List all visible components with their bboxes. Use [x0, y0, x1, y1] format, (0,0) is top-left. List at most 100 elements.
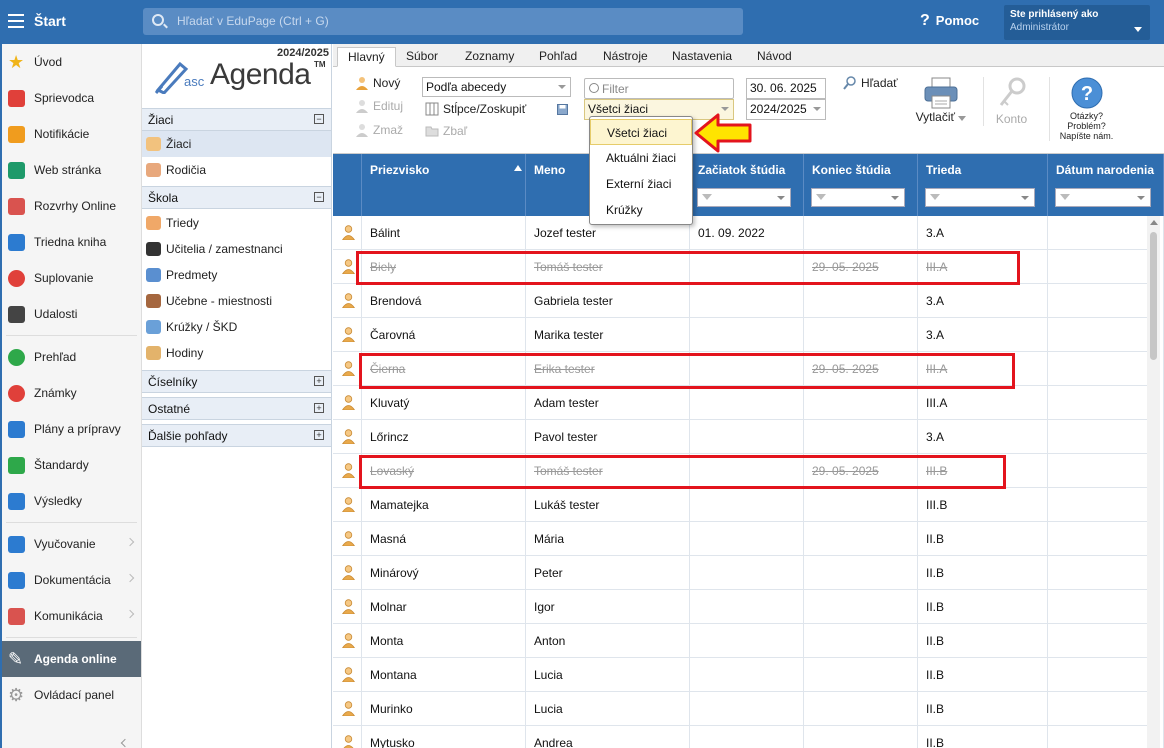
section-toggle-icon[interactable]: + [314, 403, 324, 413]
sort-ascending-icon[interactable] [514, 165, 522, 171]
tab-0[interactable]: Hlavný [337, 47, 396, 67]
section-toggle-icon[interactable]: + [314, 376, 324, 386]
column-header-4[interactable]: Trieda [918, 154, 1048, 216]
scope-option-0[interactable]: Všetci žiaci [590, 119, 692, 145]
nav-item-15[interactable]: Komunikácia [2, 598, 141, 634]
nav-item-5[interactable]: Triedna kniha [2, 224, 141, 260]
agenda-section-1[interactable]: Škola − [142, 186, 331, 209]
grid-vertical-scrollbar[interactable] [1147, 216, 1160, 748]
nav-item-6[interactable]: Suplovanie [2, 260, 141, 296]
save-icon[interactable] [557, 104, 568, 115]
section-toggle-icon[interactable]: + [314, 430, 324, 440]
scope-dropdown-list: Všetci žiaci Aktuálni žiaci Externí žiaci K… [589, 116, 693, 225]
agenda-item-ziaci_items-0[interactable]: Žiaci [142, 131, 331, 157]
nav-item-13[interactable]: Vyučovanie [2, 526, 141, 562]
collapse-button[interactable]: Zbaľ [425, 124, 467, 138]
print-button[interactable]: Vytlačiť [911, 77, 971, 126]
sort-select[interactable]: Podľa abecedy [422, 77, 571, 97]
nav-item-14[interactable]: Dokumentácia [2, 562, 141, 598]
edit-button[interactable]: Edituj [355, 99, 403, 113]
scope-option-2[interactable]: Externí žiaci [590, 171, 692, 197]
column-header-0[interactable]: Priezvisko [362, 154, 526, 216]
table-row[interactable]: Montana Lucia II.B [333, 658, 1164, 692]
agenda-item-ziaci_items-1[interactable]: Rodičia [142, 157, 331, 183]
delete-button[interactable]: Zmaž [355, 123, 403, 137]
hamburger-menu-icon[interactable] [8, 14, 24, 28]
nav-item-2[interactable]: Notifikácie [2, 116, 141, 152]
scroll-thumb[interactable] [1150, 232, 1157, 360]
tab-1[interactable]: Súbor [396, 47, 448, 67]
column-header-5[interactable]: Dátum narodenia [1048, 154, 1164, 216]
agenda-item-skola_items-1[interactable]: Učitelia / zamestnanci [142, 236, 331, 262]
column-filter-dropdown[interactable] [697, 188, 791, 207]
nav-item-12[interactable]: Výsledky [2, 483, 141, 519]
tab-2[interactable]: Zoznamy [455, 47, 524, 67]
table-row[interactable]: Kluvatý Adam tester III.A [333, 386, 1164, 420]
section-toggle-icon[interactable]: − [314, 192, 324, 202]
agenda-section-2[interactable]: Číselníky + [142, 370, 331, 393]
table-row[interactable]: Minárový Peter II.B [333, 556, 1164, 590]
row-icon-cell [333, 352, 362, 386]
nav-item-1[interactable]: Sprievodca [2, 80, 141, 116]
column-header-3[interactable]: Koniec štúdia [804, 154, 918, 216]
table-row[interactable]: Mamatejka Lukáš tester III.B [333, 488, 1164, 522]
tab-4[interactable]: Nástroje [593, 47, 658, 67]
table-row[interactable]: Bálint Jozef tester 01. 09. 2022 3.A [333, 216, 1164, 250]
agenda-section-4[interactable]: Ďalšie pohľady + [142, 424, 331, 447]
new-button[interactable]: Nový [355, 76, 400, 90]
tab-5[interactable]: Nastavenia [662, 47, 742, 67]
cell-start [690, 658, 804, 692]
nav-item-16[interactable]: ✎ Agenda online [2, 641, 141, 677]
table-row[interactable]: Molnar Igor II.B [333, 590, 1164, 624]
filter-input[interactable]: Filter [584, 78, 734, 99]
year-value: 2024/2025 [750, 102, 807, 116]
table-row[interactable]: Monta Anton II.B [333, 624, 1164, 658]
nav-item-8[interactable]: Prehľad [2, 339, 141, 375]
agenda-section-3[interactable]: Ostatné + [142, 397, 331, 420]
nav-item-17[interactable]: ⚙ Ovládací panel [2, 677, 141, 713]
nav-item-11[interactable]: Štandardy [2, 447, 141, 483]
nav-item-0[interactable]: ★ Úvod [2, 44, 141, 80]
find-button[interactable]: Hľadať [843, 76, 898, 90]
agenda-section-0[interactable]: Žiaci − [142, 108, 331, 131]
section-toggle-icon[interactable]: − [314, 114, 324, 124]
account-button[interactable]: Konto [983, 77, 1039, 126]
table-row[interactable]: Lőrincz Pavol tester 3.A [333, 420, 1164, 454]
nav-item-4[interactable]: Rozvrhy Online [2, 188, 141, 224]
table-row[interactable]: Masná Mária II.B [333, 522, 1164, 556]
column-header-2[interactable]: Začiatok štúdia [690, 154, 804, 216]
agenda-item-skola_items-2[interactable]: Predmety [142, 262, 331, 288]
user-menu[interactable]: Ste prihlásený ako Administrátor [1004, 5, 1150, 40]
year-select[interactable]: 2024/2025 [746, 99, 826, 120]
agenda-item-skola_items-0[interactable]: Triedy [142, 210, 331, 236]
column-filter-dropdown[interactable] [811, 188, 905, 207]
table-row[interactable]: Murinko Lucia II.B [333, 692, 1164, 726]
nav-item-7[interactable]: Udalosti [2, 296, 141, 332]
student-icon [342, 463, 355, 478]
cell-end [804, 386, 918, 420]
start-link[interactable]: Štart [34, 13, 66, 29]
nav-item-3[interactable]: Web stránka [2, 152, 141, 188]
table-row[interactable]: Čarovná Marika tester 3.A [333, 318, 1164, 352]
table-row[interactable]: Mytusko Andrea II.B [333, 726, 1164, 748]
columns-label: Stĺpce/Zoskupiť [443, 102, 527, 116]
column-filter-dropdown[interactable] [925, 188, 1035, 207]
nav-item-9[interactable]: Známky [2, 375, 141, 411]
agenda-item-skola_items-4[interactable]: Krúžky / ŠKD [142, 314, 331, 340]
help-button[interactable]: ? Pomoc [920, 12, 979, 30]
global-search-input[interactable]: Hľadať v EduPage (Ctrl + G) [143, 8, 743, 35]
date-input[interactable]: 30. 06. 2025 [746, 78, 826, 99]
column-filter-dropdown[interactable] [1055, 188, 1151, 207]
nav-item-10[interactable]: Plány a prípravy [2, 411, 141, 447]
contact-support-button[interactable]: ? Otázky? Problém? Napíšte nám. [1049, 77, 1123, 141]
agenda-item-skola_items-3[interactable]: Učebne - miestnosti [142, 288, 331, 314]
agenda-item-skola_items-5[interactable]: Hodiny [142, 340, 331, 366]
scroll-up-icon[interactable] [1150, 220, 1158, 225]
scope-option-3[interactable]: Krúžky [590, 197, 692, 223]
scope-option-1[interactable]: Aktuálni žiaci [590, 145, 692, 171]
tab-6[interactable]: Návod [747, 47, 802, 67]
collapse-chevron-icon[interactable] [120, 738, 130, 748]
columns-group-button[interactable]: Stĺpce/Zoskupiť [425, 102, 526, 116]
tab-3[interactable]: Pohľad [529, 47, 587, 67]
table-row[interactable]: Brendová Gabriela tester 3.A [333, 284, 1164, 318]
